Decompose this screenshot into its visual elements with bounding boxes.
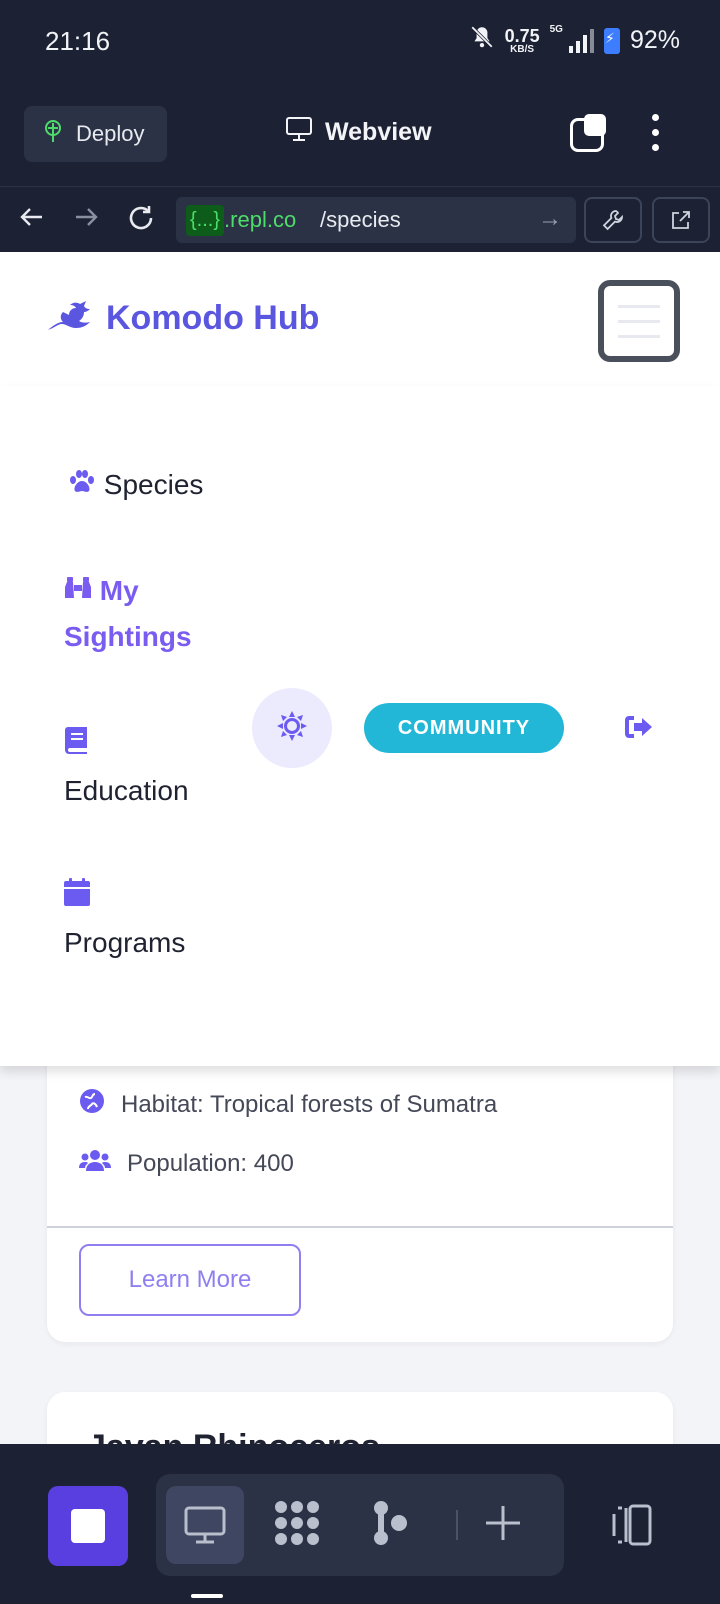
population-text: Population: 400 (127, 1149, 294, 1177)
mute-icon (469, 24, 495, 57)
replit-header: Deploy Webview (0, 84, 720, 186)
tab-packages[interactable] (258, 1486, 336, 1564)
nav-label-line2: Sightings (64, 621, 192, 652)
brand-link[interactable]: Komodo Hub (46, 296, 319, 341)
url-path: /species (320, 207, 401, 232)
git-branch-icon (371, 1500, 411, 1551)
tab-git[interactable] (352, 1486, 430, 1564)
devtools-wrench-icon[interactable] (584, 197, 642, 243)
nav-label: My (99, 575, 139, 606)
nav-item-programs[interactable]: Programs (64, 874, 185, 966)
replit-bottom-toolbar (0, 1444, 720, 1604)
network-speed: 0.75 KB/S (504, 25, 540, 55)
book-icon (64, 722, 88, 768)
hamburger-line (618, 334, 660, 338)
hamburger-menu-button[interactable] (598, 280, 680, 362)
battery-icon (603, 27, 620, 54)
brand-name: Komodo Hub (106, 299, 320, 337)
webview-page: Habitat: Tropical forests of Sumatra Pop… (0, 252, 720, 1444)
theme-toggle-button[interactable] (252, 688, 332, 768)
species-card-next: Javan Rhinoceros (47, 1392, 673, 1444)
habitat-row: Habitat: Tropical forests of Sumatra (79, 1088, 497, 1121)
population-row: Population: 400 (79, 1148, 294, 1179)
calendar-icon (64, 874, 90, 920)
monitor-icon (285, 116, 313, 149)
tab-webview[interactable] (166, 1486, 244, 1564)
learn-more-button[interactable]: Learn More (79, 1244, 301, 1316)
open-external-icon[interactable] (652, 197, 710, 243)
nav-menu: Species My Sightings Education Programs (0, 386, 720, 1066)
add-tab-button[interactable] (464, 1486, 542, 1564)
url-bar: {...} .repl.co /species → (0, 186, 720, 252)
signal-icon (568, 28, 594, 53)
dragon-logo-icon (46, 296, 92, 341)
nav-label: Education (64, 775, 189, 806)
community-button[interactable]: COMMUNITY (364, 703, 564, 753)
status-bar: 21:16 0.75 KB/S 5G 92% (0, 0, 720, 84)
hamburger-line (618, 304, 660, 308)
status-icons: 0.75 KB/S 5G 92% (469, 24, 680, 57)
site-navbar: Komodo Hub (0, 252, 720, 386)
webview-tab-title[interactable]: Webview (285, 116, 432, 149)
go-arrow-icon[interactable]: → (538, 205, 562, 233)
nav-item-my-sightings[interactable]: My Sightings (64, 568, 192, 660)
reload-icon[interactable] (126, 203, 156, 239)
status-time: 21:16 (45, 26, 111, 56)
nav-label: Species (103, 469, 204, 500)
url-host: .repl.co (224, 207, 297, 232)
species-title: Javan Rhinoceros (87, 1428, 380, 1444)
network-type: 5G (549, 24, 563, 35)
paw-icon (68, 462, 96, 508)
nav-item-species[interactable]: Species (68, 462, 203, 508)
host-tag: {...} (186, 204, 225, 236)
tab-separator (456, 1510, 458, 1540)
nav-item-education[interactable]: Education (64, 722, 189, 814)
sun-icon (276, 710, 308, 747)
deploy-label: Deploy (76, 121, 145, 146)
hamburger-line (618, 319, 660, 323)
pane-tabs (156, 1474, 564, 1576)
stop-icon (71, 1509, 105, 1543)
nav-label: Programs (64, 927, 186, 958)
habitat-text: Habitat: Tropical forests of Sumatra (121, 1090, 498, 1118)
more-options-icon[interactable] (652, 114, 660, 151)
globe-icon (79, 1088, 105, 1121)
stop-button[interactable] (48, 1486, 128, 1566)
deploy-button[interactable]: Deploy (24, 106, 167, 162)
gesture-handle (191, 1594, 223, 1598)
forward-arrow-icon[interactable] (72, 203, 100, 237)
card-divider (47, 1226, 673, 1228)
webview-label: Webview (325, 118, 432, 146)
cluster-icon (273, 1499, 321, 1552)
url-input[interactable]: {...} .repl.co /species → (176, 197, 576, 243)
battery-level: 92% (629, 26, 680, 54)
tabs-switcher-icon[interactable] (570, 114, 610, 152)
plus-icon (483, 1503, 523, 1548)
back-arrow-icon[interactable] (18, 203, 46, 237)
deploy-icon (42, 119, 64, 149)
layout-toggle-icon[interactable] (606, 1504, 654, 1551)
logout-icon[interactable] (624, 714, 654, 745)
users-icon (79, 1148, 111, 1179)
binoculars-icon (64, 568, 92, 614)
